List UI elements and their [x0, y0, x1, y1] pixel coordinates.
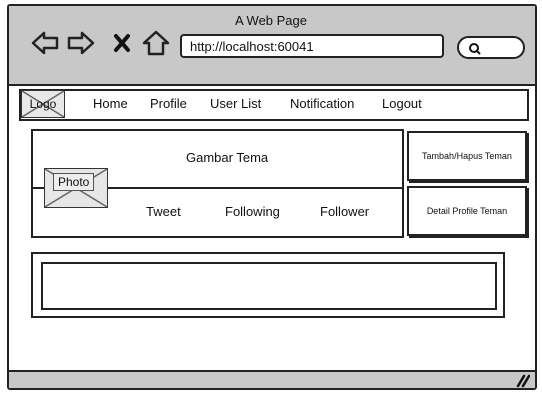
address-bar[interactable]: http://localhost:60041: [180, 34, 444, 58]
stat-tweet[interactable]: Tweet: [146, 204, 181, 219]
forward-arrow-icon[interactable]: [66, 28, 96, 58]
content-input-box[interactable]: [41, 262, 497, 310]
status-bar: [9, 370, 535, 388]
banner-label: Gambar Tema: [186, 150, 269, 165]
stat-following[interactable]: Following: [225, 204, 280, 219]
menu-home[interactable]: Home: [93, 96, 128, 111]
menu-user-list[interactable]: User List: [210, 96, 261, 111]
menu-logout[interactable]: Logout: [382, 96, 422, 111]
menu-profile[interactable]: Profile: [150, 96, 187, 111]
close-x-icon[interactable]: [112, 28, 132, 58]
profile-photo-placeholder: Photo: [44, 168, 108, 208]
friend-profile-detail-button[interactable]: Detail Profile Teman: [407, 186, 527, 236]
add-remove-friend-button[interactable]: Tambah/Hapus Teman: [407, 131, 527, 181]
resize-grip-icon[interactable]: [512, 372, 530, 388]
back-arrow-icon[interactable]: [30, 28, 60, 58]
menu-notification[interactable]: Notification: [290, 96, 354, 111]
photo-label: Photo: [53, 173, 95, 191]
logo-label: Logo: [29, 97, 57, 111]
logo-placeholder: Logo: [21, 90, 65, 118]
stat-follower[interactable]: Follower: [320, 204, 369, 219]
home-icon[interactable]: [141, 28, 171, 58]
window-title: A Web Page: [234, 13, 308, 28]
search-box[interactable]: [457, 36, 525, 59]
search-icon: [469, 43, 481, 55]
